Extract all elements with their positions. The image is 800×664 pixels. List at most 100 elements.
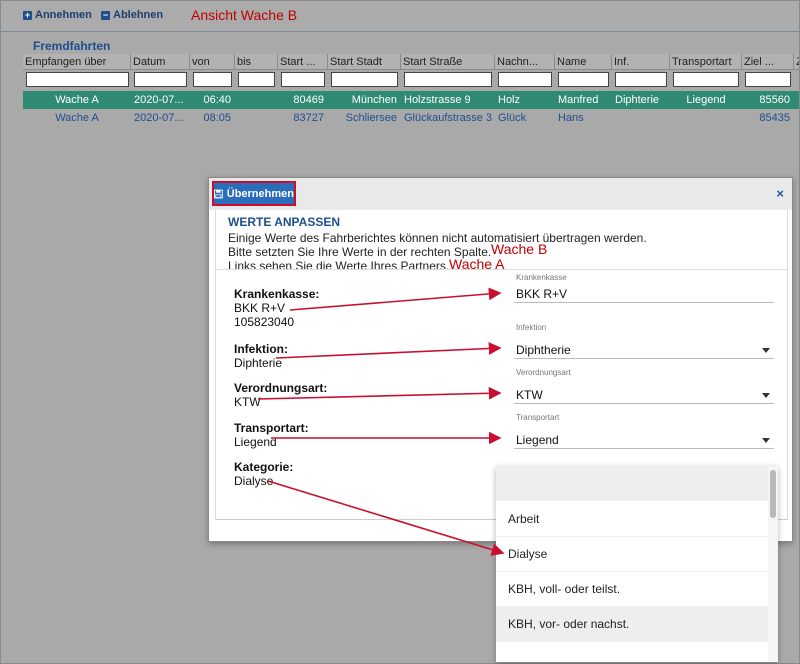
infektion-partner-value: Diphterie bbox=[234, 356, 283, 370]
filter-input[interactable] bbox=[281, 72, 325, 87]
filter-input[interactable] bbox=[331, 72, 398, 87]
minus-icon: − bbox=[101, 9, 110, 20]
dropdown-option-empty[interactable] bbox=[496, 466, 768, 501]
toolbar: + Annehmen − Ablehnen Ansicht Wache B bbox=[1, 1, 799, 32]
cell-nachname: Glück bbox=[498, 112, 527, 124]
filter-input[interactable] bbox=[193, 72, 232, 87]
cell-bis bbox=[235, 91, 278, 109]
cell-von: 06:40 bbox=[203, 94, 231, 106]
close-icon[interactable]: × bbox=[776, 186, 784, 201]
verordnungsart-select-value: KTW bbox=[516, 388, 543, 402]
grid-title: Fremdfahrten bbox=[33, 39, 111, 53]
column-header[interactable]: Name bbox=[555, 54, 612, 70]
cell-ziel: 85435 bbox=[759, 112, 790, 124]
verordnungsart-field-caption: Verordnungsart bbox=[516, 368, 571, 377]
chevron-down-icon bbox=[762, 393, 770, 398]
column-header[interactable]: Datum bbox=[131, 54, 190, 70]
chevron-down-icon bbox=[762, 348, 770, 353]
column-header[interactable]: von bbox=[190, 54, 235, 70]
filter-input[interactable] bbox=[404, 72, 492, 87]
save-button-label: Übernehmen bbox=[226, 187, 294, 200]
cell-inf: Diphterie bbox=[615, 94, 660, 106]
infektion-field-caption: Infektion bbox=[516, 323, 547, 332]
krankenkasse-label: Krankenkasse: bbox=[234, 287, 320, 301]
cell-empfangen: Wache A bbox=[55, 94, 99, 106]
cell-plz: 83727 bbox=[293, 112, 324, 124]
krankenkasse-partner-value: BKK R+V bbox=[234, 301, 286, 315]
transportart-select-value: Liegend bbox=[516, 433, 559, 447]
infektion-label: Infektion: bbox=[234, 342, 288, 356]
cell-strasse: Glückaufstrasse 3 bbox=[404, 112, 493, 124]
filter-input[interactable] bbox=[745, 72, 791, 87]
accept-button[interactable]: + Annehmen bbox=[23, 9, 92, 21]
filter-input[interactable] bbox=[498, 72, 552, 87]
column-header[interactable]: Transportart bbox=[670, 54, 742, 70]
dropdown-option[interactable]: KBH, vor- oder nachst. bbox=[496, 607, 768, 642]
reject-button[interactable]: − Ablehnen bbox=[101, 9, 163, 21]
cell-transport bbox=[670, 109, 742, 127]
kategorie-label: Kategorie: bbox=[234, 460, 294, 474]
cell-datum: 2020-07... bbox=[134, 112, 184, 124]
floppy-disk-icon bbox=[214, 189, 223, 198]
cell-ziel: 85560 bbox=[759, 94, 790, 106]
column-header[interactable]: Start Stadt bbox=[328, 54, 401, 70]
krankenkasse-field-caption: Krankenkasse bbox=[516, 273, 567, 282]
chevron-down-icon bbox=[762, 438, 770, 443]
column-header[interactable]: Start ... bbox=[278, 54, 328, 70]
annotation-wache-a: Wache A bbox=[449, 256, 505, 272]
annotation-view-label: Ansicht Wache B bbox=[191, 7, 298, 23]
reject-button-label: Ablehnen bbox=[113, 9, 164, 21]
column-header[interactable]: bis bbox=[235, 54, 278, 70]
transportart-select[interactable]: Liegend bbox=[514, 431, 774, 449]
dialog-info-line: Links sehen Sie die Werte Ihres Partners… bbox=[228, 259, 450, 273]
cell-name: Manfred bbox=[558, 94, 599, 106]
kategorie-partner-value: Dialyse bbox=[234, 474, 274, 488]
column-header[interactable]: Inf. bbox=[612, 54, 670, 70]
filter-input[interactable] bbox=[673, 72, 739, 87]
transportart-field-caption: Transportart bbox=[516, 413, 560, 422]
filter-input[interactable] bbox=[238, 72, 275, 87]
cell-stadt: München bbox=[351, 94, 397, 106]
dialog-heading: WERTE ANPASSEN bbox=[228, 215, 341, 229]
cell-von: 08:05 bbox=[203, 112, 231, 124]
plus-icon: + bbox=[23, 9, 32, 20]
cell-name: Hans bbox=[558, 112, 584, 124]
column-header[interactable]: Start Straße bbox=[401, 54, 495, 70]
dialog-info-line: Einige Werte des Fahrberichtes können ni… bbox=[228, 231, 647, 245]
filter-input[interactable] bbox=[26, 72, 129, 87]
verordnungsart-label: Verordnungsart: bbox=[234, 381, 328, 395]
dropdown-option[interactable]: KBH, voll- oder teilst. bbox=[496, 572, 768, 607]
column-header[interactable]: Empfangen über bbox=[23, 54, 131, 70]
krankenkasse-input[interactable]: BKK R+V bbox=[514, 285, 774, 303]
table-row[interactable]: Wache A 2020-07... 06:40 80469 München H… bbox=[23, 91, 799, 109]
kategorie-dropdown: Arbeit Dialyse KBH, voll- oder teilst. K… bbox=[496, 466, 778, 662]
dropdown-option[interactable]: Arbeit bbox=[496, 502, 768, 537]
filter-input[interactable] bbox=[558, 72, 609, 87]
transportart-partner-value: Liegend bbox=[234, 435, 277, 449]
cell-datum: 2020-07... bbox=[134, 94, 184, 106]
verordnungsart-partner-value: KTW bbox=[234, 395, 261, 409]
cell-stadt: Schliersee bbox=[345, 112, 397, 124]
column-header[interactable]: Nachn... bbox=[495, 54, 555, 70]
accept-button-label: Annehmen bbox=[35, 9, 92, 21]
krankenkasse-partner-number: 105823040 bbox=[234, 315, 295, 329]
infektion-select-value: Diphtherie bbox=[516, 343, 571, 357]
dropdown-scrollbar[interactable] bbox=[768, 466, 778, 662]
filter-input[interactable] bbox=[615, 72, 667, 87]
cell-strasse: Holzstrasse 9 bbox=[404, 94, 471, 106]
column-header[interactable]: Z bbox=[794, 54, 799, 70]
verordnungsart-select[interactable]: KTW bbox=[514, 386, 774, 404]
scrollbar-thumb[interactable] bbox=[770, 470, 776, 518]
infektion-select[interactable]: Diphtherie bbox=[514, 341, 774, 359]
table-row[interactable]: Wache A 2020-07... 08:05 83727 Schlierse… bbox=[23, 109, 799, 127]
save-button[interactable]: Übernehmen bbox=[212, 181, 296, 206]
annotation-wache-b: Wache B bbox=[491, 241, 548, 257]
cell-transport: Liegend bbox=[686, 94, 726, 106]
cell-inf bbox=[612, 109, 670, 127]
cell-plz: 80469 bbox=[293, 94, 324, 106]
column-header[interactable]: Ziel ... bbox=[742, 54, 794, 70]
cell-bis bbox=[235, 109, 278, 127]
cell-empfangen: Wache A bbox=[55, 112, 99, 124]
dropdown-option[interactable]: Dialyse bbox=[496, 537, 768, 572]
filter-input[interactable] bbox=[134, 72, 187, 87]
